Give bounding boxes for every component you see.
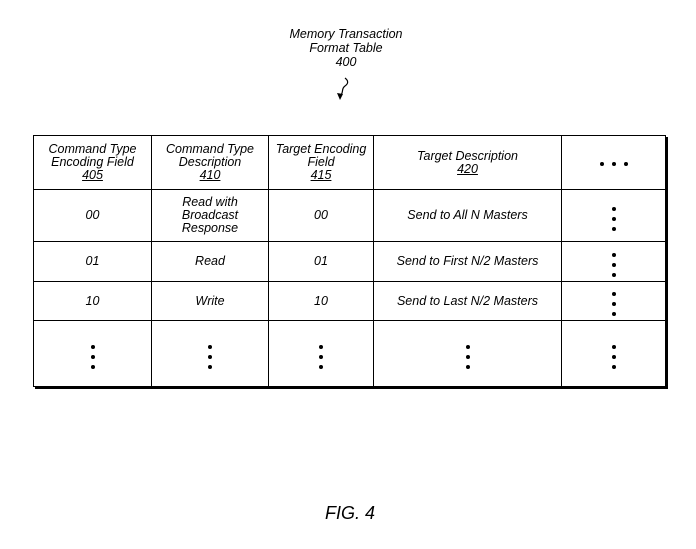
- vertical-ellipsis-icon: [611, 292, 616, 316]
- table-row: 10 Write 10 Send to Last N/2 Masters: [33, 281, 666, 321]
- table-row: 01 Read 01 Send to First N/2 Masters: [33, 241, 666, 282]
- memory-transaction-format-table: Command Type Encoding Field 405 Command …: [33, 135, 666, 387]
- cell-command-encoding: 00: [33, 189, 152, 242]
- cell-continuation: [33, 320, 152, 387]
- cell-command-description: Read with Broadcast Response: [151, 189, 269, 242]
- vertical-ellipsis-icon: [611, 206, 616, 231]
- ref-410: 410: [199, 168, 221, 182]
- header-target-description: Target Description 420: [373, 135, 562, 190]
- cell-target-description: Send to All N Masters: [373, 189, 562, 242]
- header-command-description: Command Type Description 410: [151, 135, 269, 190]
- figure-title-ref: 400: [335, 55, 357, 69]
- cell-more: [561, 189, 666, 242]
- ref-415: 415: [310, 168, 332, 182]
- cell-continuation: [268, 320, 374, 387]
- cell-command-encoding: 10: [33, 281, 152, 321]
- cell-target-description: Send to First N/2 Masters: [373, 241, 562, 282]
- figure-title-line1: Memory Transaction: [289, 27, 403, 41]
- figure-label: FIG. 4: [324, 503, 375, 523]
- vertical-ellipsis-icon: [611, 344, 616, 369]
- cell-more: [561, 241, 666, 282]
- cell-more: [561, 281, 666, 321]
- horizontal-ellipsis-icon: [599, 162, 628, 166]
- vertical-ellipsis-icon: [208, 344, 212, 369]
- vertical-ellipsis-icon: [611, 252, 616, 277]
- cell-command-description: Read: [151, 241, 269, 282]
- header-target-encoding: Target Encoding Field 415: [268, 135, 374, 190]
- figure-title: Memory Transaction Format Table 400: [246, 27, 446, 69]
- ref-420: 420: [457, 161, 478, 176]
- header-command-encoding: Command Type Encoding Field 405: [33, 135, 152, 190]
- table-row: 00 Read with Broadcast Response 00 Send …: [33, 189, 666, 242]
- cell-target-encoding: 00: [268, 189, 374, 242]
- table-continuation-row: [33, 320, 666, 387]
- leader-arrow-icon: [337, 77, 349, 100]
- table-header-row: Command Type Encoding Field 405 Command …: [33, 135, 666, 190]
- vertical-ellipsis-icon: [465, 344, 470, 369]
- vertical-ellipsis-icon: [319, 344, 323, 369]
- cell-command-encoding: 01: [33, 241, 152, 282]
- vertical-ellipsis-icon: [90, 344, 95, 369]
- cell-target-encoding: 10: [268, 281, 374, 321]
- cell-continuation: [373, 320, 562, 387]
- figure-title-line2: Format Table: [309, 41, 383, 55]
- cell-continuation: [151, 320, 269, 387]
- ref-405: 405: [82, 168, 103, 182]
- cell-command-description: Write: [151, 281, 269, 321]
- header-more-columns: [561, 135, 666, 190]
- cell-target-description: Send to Last N/2 Masters: [373, 281, 562, 321]
- cell-target-encoding: 01: [268, 241, 374, 282]
- cell-continuation: [561, 320, 666, 387]
